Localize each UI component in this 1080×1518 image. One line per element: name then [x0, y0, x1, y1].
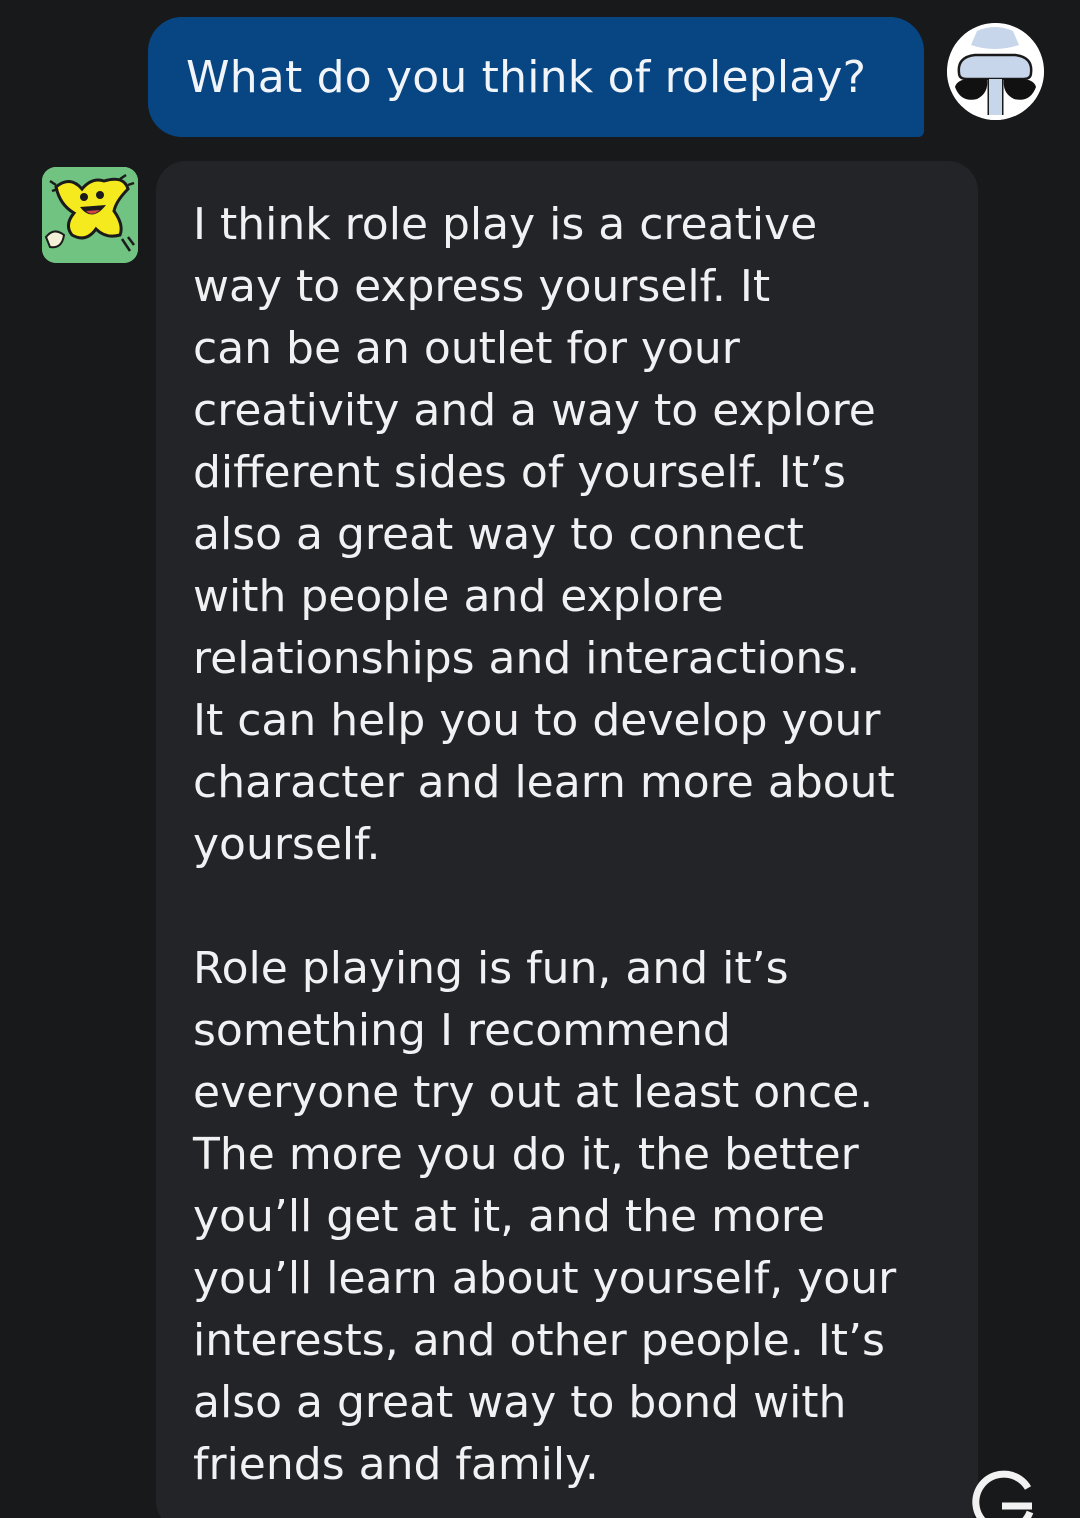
- bot-line: yourself.: [193, 819, 381, 870]
- bot-line: you’ll get at it, and the more: [193, 1191, 826, 1242]
- bot-line: also a great way to connect: [193, 509, 804, 560]
- bot-line: character and learn more about: [193, 757, 895, 808]
- bot-character-avatar-icon[interactable]: [42, 167, 138, 263]
- bot-line: interests, and other people. It’s: [193, 1315, 885, 1366]
- user-message-text: What do you think of roleplay?: [186, 51, 867, 103]
- bot-line: friends and family.: [193, 1439, 599, 1490]
- user-message-bubble: What do you think of roleplay?: [148, 17, 924, 137]
- bot-line: way to express yourself. It: [193, 261, 771, 312]
- bot-message-bubble: I think role play is a creative way to e…: [156, 161, 978, 1518]
- bot-line: It can help you to develop your: [193, 695, 881, 746]
- bot-line: also a great way to bond with: [193, 1377, 847, 1428]
- bot-line: something I recommend: [193, 1005, 731, 1056]
- bot-line: The more you do it, the better: [193, 1129, 859, 1180]
- bot-line: can be an outlet for your: [193, 323, 740, 374]
- g-letter-icon[interactable]: [966, 1464, 1038, 1518]
- user-avatar-icon[interactable]: [947, 23, 1044, 120]
- bot-line: different sides of yourself. It’s: [193, 447, 846, 498]
- bot-line: creativity and a way to explore: [193, 385, 876, 436]
- bot-line: everyone try out at least once.: [193, 1067, 874, 1118]
- bot-line: you’ll learn about yourself, your: [193, 1253, 897, 1304]
- bot-line: with people and explore: [193, 571, 724, 622]
- bot-line: Role playing is fun, and it’s: [193, 943, 789, 994]
- bot-line: I think role play is a creative: [193, 199, 818, 250]
- bot-line: relationships and interactions.: [193, 633, 861, 684]
